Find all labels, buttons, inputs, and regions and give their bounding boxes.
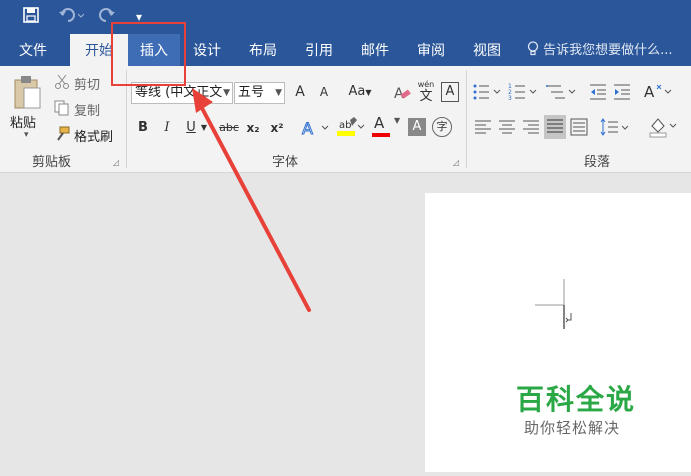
bullets-icon[interactable] <box>472 82 504 106</box>
font-size-value: 五号 <box>238 85 265 100</box>
paste-button[interactable]: 粘贴 <box>10 112 36 131</box>
font-size-combo[interactable]: 五号 ▼ <box>234 82 285 104</box>
tab-references[interactable]: 引用 <box>296 34 342 66</box>
subscript-button[interactable]: x₂ <box>244 118 262 140</box>
shading-icon[interactable] <box>648 116 678 142</box>
svg-text:A: A <box>302 119 313 138</box>
tab-review[interactable]: 审阅 <box>408 34 454 66</box>
paste-dropdown-icon[interactable]: ▾ <box>24 130 29 140</box>
chevron-down-icon: ▼ <box>365 88 372 97</box>
clipboard-launcher-icon[interactable]: ◿ <box>113 158 119 167</box>
increase-indent-icon[interactable] <box>612 82 632 106</box>
italic-button[interactable]: I <box>160 118 174 140</box>
font-group-label: 字体 <box>272 155 299 170</box>
justify-icon[interactable] <box>544 115 566 139</box>
chevron-down-icon: ▼ <box>223 88 230 98</box>
chevron-down-icon[interactable]: ▼ <box>199 118 209 140</box>
enclose-characters-button[interactable]: 字 <box>432 117 452 137</box>
ribbon-tabs: 文件 开始 插入 设计 布局 引用 邮件 审阅 视图 告诉我您想要做什么... <box>0 34 691 66</box>
numbering-icon[interactable]: 123 <box>508 82 540 106</box>
watermark-subtitle: 助你轻松解决 <box>524 419 621 437</box>
shrink-font-button[interactable]: A <box>315 82 333 104</box>
underline-button[interactable]: U <box>184 118 198 140</box>
copy-button[interactable]: 复制 <box>74 100 100 119</box>
font-color-button[interactable]: A ▼ <box>372 116 402 137</box>
lightbulb-icon <box>527 41 543 58</box>
chevron-down-icon: ▼ <box>275 88 282 98</box>
svg-text:3: 3 <box>508 95 512 102</box>
tab-file[interactable]: 文件 <box>8 34 58 66</box>
highlight-box <box>111 22 186 86</box>
tab-mailings[interactable]: 邮件 <box>352 34 398 66</box>
distributed-icon[interactable] <box>570 118 588 140</box>
clear-formatting-icon[interactable]: A <box>393 84 411 106</box>
paste-icon[interactable] <box>12 74 42 114</box>
tab-view[interactable]: 视图 <box>464 34 510 66</box>
superscript-button[interactable]: x² <box>268 118 286 140</box>
font-color-swatch <box>372 133 390 137</box>
bold-button[interactable]: B <box>136 118 150 140</box>
watermark-title: 百科全说 <box>516 383 637 416</box>
clipboard-group-label: 剪贴板 <box>32 155 72 170</box>
tab-layout[interactable]: 布局 <box>240 34 286 66</box>
copy-icon[interactable] <box>54 100 70 120</box>
ribbon-home: 粘贴 ▾ 剪切 复制 格式刷 剪贴板 ◿ 等线 (中文正文 ▼ 五号 ▼ A A… <box>0 66 691 173</box>
align-left-icon[interactable] <box>474 118 492 140</box>
font-launcher-icon[interactable]: ◿ <box>453 158 459 167</box>
tell-me-text: 告诉我您想要做什么... <box>543 43 673 58</box>
save-icon[interactable] <box>22 6 40 28</box>
group-divider <box>466 70 467 168</box>
phonetic-bottom: 文 <box>419 89 433 104</box>
align-center-icon[interactable] <box>498 118 516 140</box>
multilevel-list-icon[interactable] <box>545 82 577 106</box>
phonetic-top: wén <box>417 80 435 89</box>
strikethrough-button[interactable]: abc <box>218 118 240 140</box>
undo-icon[interactable] <box>58 6 85 28</box>
paragraph-group-label: 段落 <box>584 155 611 170</box>
grow-font-button[interactable]: A <box>291 82 309 104</box>
chevron-down-icon: ▼ <box>394 116 401 125</box>
character-border-button[interactable]: A <box>441 82 459 102</box>
text-effects-icon[interactable]: A <box>300 118 330 142</box>
phonetic-guide-button[interactable]: wén 文 <box>416 80 436 104</box>
title-bar: ▾ <box>0 0 691 34</box>
change-case-label: Aa <box>348 84 366 99</box>
highlight-icon[interactable]: ab <box>336 116 366 142</box>
change-case-button[interactable]: Aa▼ <box>343 82 377 104</box>
character-shading-button[interactable]: A <box>408 118 426 136</box>
decrease-indent-icon[interactable] <box>588 82 608 106</box>
align-right-icon[interactable] <box>522 118 540 140</box>
svg-text:ab: ab <box>339 120 351 131</box>
format-painter-icon[interactable] <box>54 126 70 146</box>
chinese-layout-icon[interactable]: A <box>643 81 673 107</box>
scissors-icon[interactable] <box>54 74 70 94</box>
tell-me-search[interactable]: 告诉我您想要做什么... <box>527 34 673 66</box>
line-spacing-icon[interactable] <box>600 118 630 142</box>
svg-text:A: A <box>644 83 655 101</box>
format-painter-button[interactable]: 格式刷 <box>74 126 113 145</box>
tab-design[interactable]: 设计 <box>184 34 230 66</box>
cut-button[interactable]: 剪切 <box>74 74 100 93</box>
font-name-value: 等线 (中文正文 <box>135 85 223 100</box>
